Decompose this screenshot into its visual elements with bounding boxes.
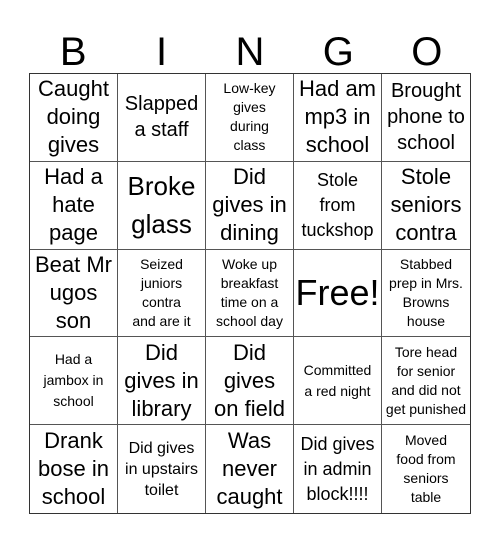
header-letter-g: G — [322, 30, 354, 74]
bingo-cell-r3-c1[interactable]: Beat Mr ugos son — [30, 249, 118, 338]
bingo-cell-r5-c1[interactable]: Drank bose in school — [30, 425, 118, 513]
bingo-cell-r5-c2[interactable]: Did gives in upstairs toilet — [118, 425, 206, 513]
bingo-cell-text: Woke up breakfast time on a school day — [216, 255, 283, 329]
bingo-cell-text: Stole seniors contra — [390, 164, 462, 246]
bingo-cell-r1-c2[interactable]: Slapped a staff — [118, 74, 206, 162]
bingo-cell-text: Stole from tuckshop — [301, 169, 374, 240]
header-letter-i: I — [156, 30, 168, 74]
bingo-cell-r4-c3[interactable]: Did gives on field — [206, 337, 294, 426]
bingo-cell-text: Did gives on field — [214, 339, 285, 421]
bingo-cell-text: Did gives in upstairs toilet — [125, 439, 198, 499]
header-letter-b: B — [59, 30, 87, 74]
bingo-cell-r3-c5[interactable]: Stabbed prep in Mrs. Browns house — [382, 250, 470, 338]
bingo-cell-r1-c3[interactable]: Low-key gives during class — [206, 74, 294, 162]
bingo-cell-r5-c5[interactable]: Moved food from seniors table — [382, 425, 470, 513]
bingo-cell-r1-c1[interactable]: Caught doing gives — [30, 74, 118, 162]
bingo-cell-r3-c3[interactable]: Woke up breakfast time on a school day — [206, 249, 294, 338]
bingo-cell-text: Was never caught — [216, 428, 283, 510]
bingo-cell-r3-c4[interactable]: Free! — [294, 249, 382, 338]
bingo-cell-text: Brought phone to school — [387, 80, 465, 155]
bingo-cell-text: Had am mp3 in school — [298, 76, 377, 158]
bingo-cell-text: Beat Mr ugos son — [34, 251, 113, 333]
bingo-cell-text: Tore head for senior and did not get pun… — [385, 343, 467, 417]
bingo-cell-r4-c1[interactable]: Had a jambox in school — [30, 337, 118, 426]
bingo-cell-text: Stabbed prep in Mrs. Browns house — [389, 255, 463, 329]
bingo-cell-r4-c4[interactable]: Committed a red night — [294, 337, 382, 426]
bingo-cell-r5-c4[interactable]: Did gives in admin block!!!! — [294, 425, 382, 513]
bingo-cell-text: Had a jambox in school — [43, 351, 104, 410]
bingo-cell-text: Broke glass — [127, 171, 196, 240]
bingo-cell-r2-c3[interactable]: Did gives in dining — [206, 161, 294, 250]
bingo-cell-text: Slapped a staff — [124, 93, 199, 142]
bingo-cell-r2-c5[interactable]: Stole seniors contra — [382, 162, 470, 250]
bingo-cell-text: Did gives in dining — [212, 164, 287, 246]
bingo-cell-text: Moved food from seniors table — [396, 432, 456, 506]
bingo-cell-text: Seized juniors contra and are it — [132, 255, 191, 329]
bingo-cell-text: Free! — [295, 271, 380, 313]
header-letter-n: N — [235, 30, 265, 74]
bingo-cell-text: Had a hate page — [44, 164, 103, 246]
bingo-grid: Caught doing gives Slapped a staff Low-key… — [29, 73, 471, 514]
bingo-header: B I N G O — [29, 30, 471, 74]
bingo-cell-r2-c2[interactable]: Broke glass — [118, 161, 206, 250]
bingo-cell-r2-c1[interactable]: Had a hate page — [30, 161, 118, 250]
bingo-cell-r5-c3[interactable]: Was never caught — [206, 425, 294, 513]
bingo-cell-r4-c5[interactable]: Tore head for senior and did not get pun… — [382, 337, 470, 426]
bingo-cell-text: Caught doing gives — [38, 76, 109, 158]
bingo-cell-r4-c2[interactable]: Did gives in library — [118, 337, 206, 426]
bingo-cell-text: Did gives in library — [124, 339, 199, 421]
bingo-cell-r1-c4[interactable]: Had am mp3 in school — [294, 74, 382, 162]
bingo-cell-text: Low-key gives during class — [223, 80, 276, 154]
bingo-cell-r1-c5[interactable]: Brought phone to school — [382, 74, 470, 162]
bingo-cell-r3-c2[interactable]: Seized juniors contra and are it — [118, 249, 206, 338]
bingo-cell-text: Did gives in admin block!!!! — [300, 433, 375, 504]
bingo-cell-text: Committed a red night — [303, 361, 372, 399]
bingo-cell-r2-c4[interactable]: Stole from tuckshop — [294, 161, 382, 250]
header-letter-o: O — [411, 30, 443, 74]
bingo-cell-text: Drank bose in school — [38, 428, 109, 510]
